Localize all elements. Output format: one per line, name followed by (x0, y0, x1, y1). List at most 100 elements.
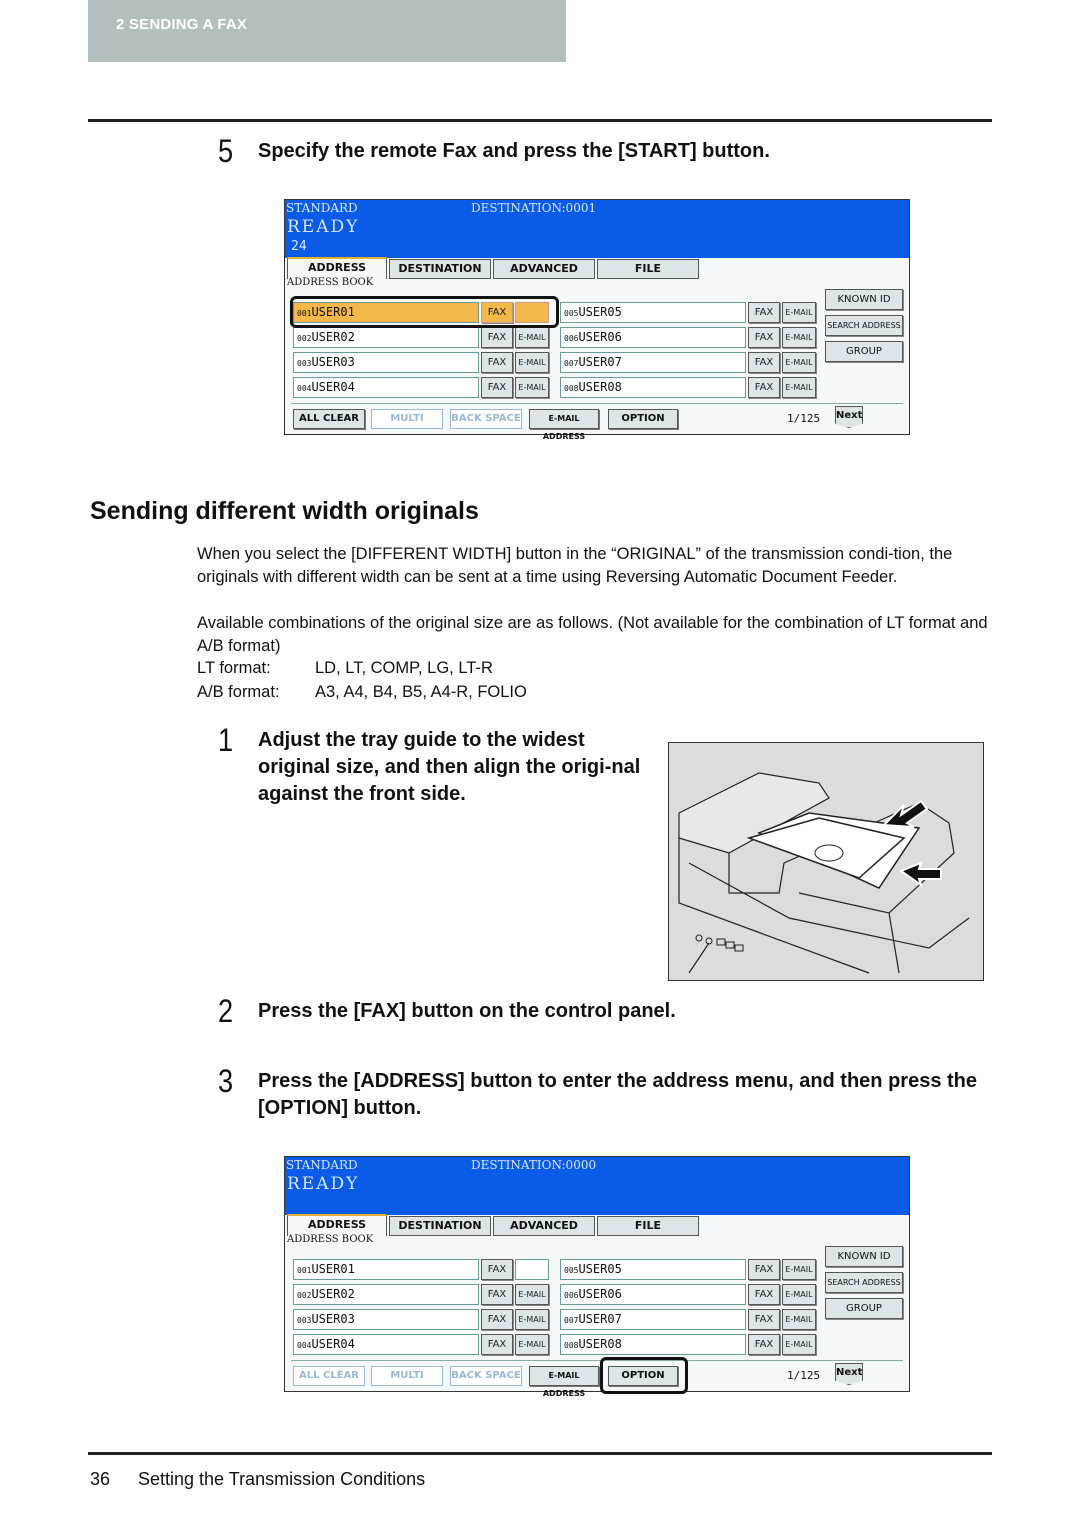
multi-button[interactable]: MULTI (371, 1366, 443, 1386)
format-ab: A/B format: A3, A4, B4, B5, A4-R, FOLIO (197, 683, 527, 701)
address-entry[interactable]: 003USER03 (293, 352, 479, 373)
fax-button[interactable]: FAX (481, 1334, 513, 1355)
fax-button[interactable]: FAX (748, 1309, 780, 1330)
email-button[interactable]: E-MAIL (782, 1284, 816, 1305)
tab-advanced[interactable]: ADVANCED (493, 1216, 595, 1236)
fax-button[interactable]: FAX (481, 352, 513, 373)
step-text: Press the [FAX] button on the control pa… (258, 1000, 676, 1022)
entry-name: USER07 (578, 1312, 622, 1326)
touch-panel-address-book: STANDARD DESTINATION:0000 READY ADDRESS D… (284, 1156, 910, 1398)
address-entry[interactable]: 003USER03 (293, 1309, 479, 1330)
fax-button[interactable]: FAX (481, 327, 513, 348)
chapter-tab: 2 SENDING A FAX (88, 0, 566, 62)
step-number: 5 (218, 133, 234, 169)
fax-button[interactable]: FAX (748, 377, 780, 398)
mode-label: STANDARD (286, 1158, 358, 1172)
address-entry[interactable]: 004USER04 (293, 377, 479, 398)
tab-destination[interactable]: DESTINATION (389, 259, 491, 279)
feeder-drawing (678, 772, 970, 974)
tab-advanced[interactable]: ADVANCED (493, 259, 595, 279)
step-number: 1 (218, 722, 234, 758)
fax-button[interactable]: FAX (481, 377, 513, 398)
tab-file[interactable]: FILE (597, 259, 699, 279)
search-address-button[interactable]: SEARCH ADDRESS (825, 315, 903, 336)
email-button[interactable]: E-MAIL (515, 352, 549, 373)
tab-file[interactable]: FILE (597, 1216, 699, 1236)
address-entry[interactable]: 004USER04 (293, 1334, 479, 1355)
address-entry[interactable]: 001USER01 (293, 1259, 479, 1280)
address-entry[interactable]: 008USER08 (560, 377, 746, 398)
step-text: Adjust the tray guide to the widest orig… (258, 729, 641, 805)
count-text: 24 (291, 239, 307, 254)
email-button[interactable]: E-MAIL (515, 327, 549, 348)
email-button[interactable]: E-MAIL (782, 1334, 816, 1355)
touch-panel-address-book: STANDARD DESTINATION:0001 READY 24 ADDRES… (284, 199, 910, 441)
format-lt: LT format: LD, LT, COMP, LG, LT-R (197, 659, 493, 677)
fax-button[interactable]: FAX (748, 352, 780, 373)
email-button[interactable]: E-MAIL (515, 1309, 549, 1330)
email-button[interactable]: E-MAIL (782, 1259, 816, 1280)
step-number: 2 (218, 993, 234, 1029)
address-entry[interactable]: 006USER06 (560, 327, 746, 348)
search-address-button[interactable]: SEARCH ADDRESS (825, 1272, 903, 1293)
email-button[interactable]: E-MAIL (515, 1284, 549, 1305)
next-button[interactable]: Next (835, 406, 863, 428)
fax-button[interactable]: FAX (748, 302, 780, 323)
email-button[interactable]: E-MAIL (782, 352, 816, 373)
address-entry[interactable]: 006USER06 (560, 1284, 746, 1305)
fax-button[interactable]: FAX (481, 1284, 513, 1305)
email-button[interactable]: E-MAIL (782, 327, 816, 348)
address-entry[interactable]: 007USER07 (560, 1309, 746, 1330)
known-id-button[interactable]: KNOWN ID (825, 1246, 903, 1267)
group-button[interactable]: GROUP (825, 1298, 903, 1319)
next-button[interactable]: Next (835, 1363, 863, 1385)
option-button[interactable]: OPTION (608, 409, 678, 429)
highlight-callout (600, 1357, 688, 1394)
email-button[interactable]: E-MAIL (782, 1309, 816, 1330)
fax-button[interactable]: FAX (481, 1259, 513, 1280)
email-address-button[interactable]: E-MAIL ADDRESS (529, 1366, 599, 1398)
back-space-button[interactable]: BACK SPACE (450, 1366, 522, 1386)
entry-name: USER02 (311, 1287, 355, 1301)
page-number: 36 (90, 1469, 111, 1489)
address-entry[interactable]: 005USER05 (560, 1259, 746, 1280)
top-rule (88, 119, 992, 122)
address-entry[interactable]: 007USER07 (560, 352, 746, 373)
known-id-button[interactable]: KNOWN ID (825, 289, 903, 310)
paragraph-1: When you select the [DIFFERENT WIDTH] bu… (197, 545, 953, 586)
status-header: STANDARD DESTINATION:0001 READY 24 (285, 200, 909, 258)
email-button[interactable] (515, 1259, 549, 1280)
status-text: READY (287, 217, 360, 237)
footer: 36 Setting the Transmission Conditions (90, 1469, 425, 1490)
tab-destination[interactable]: DESTINATION (389, 1216, 491, 1236)
email-address-button[interactable]: E-MAIL ADDRESS (529, 409, 599, 441)
address-entry[interactable]: 002USER02 (293, 1284, 479, 1305)
group-button[interactable]: GROUP (825, 341, 903, 362)
tab-address[interactable]: ADDRESS (287, 1214, 387, 1236)
email-button[interactable]: E-MAIL (515, 377, 549, 398)
address-entry[interactable]: 008USER08 (560, 1334, 746, 1355)
status-header: STANDARD DESTINATION:0000 READY (285, 1157, 909, 1215)
tab-address[interactable]: ADDRESS (287, 257, 387, 279)
entry-name: USER03 (311, 355, 355, 369)
multi-button[interactable]: MULTI (371, 409, 443, 429)
fax-button[interactable]: FAX (748, 1334, 780, 1355)
address-entry[interactable]: 005USER05 (560, 302, 746, 323)
divider (291, 1360, 903, 1361)
fax-button[interactable]: FAX (748, 1259, 780, 1280)
email-button[interactable]: E-MAIL (782, 377, 816, 398)
step-text: Press the [ADDRESS] button to enter the … (258, 1070, 978, 1119)
all-clear-button[interactable]: ALL CLEAR (293, 409, 365, 429)
all-clear-button[interactable]: ALL CLEAR (293, 1366, 365, 1386)
destination-count: DESTINATION:0000 (471, 1158, 597, 1172)
fax-button[interactable]: FAX (748, 1284, 780, 1305)
step-text: Specify the remote Fax and press the [ST… (258, 140, 770, 162)
entry-name: USER08 (578, 1337, 622, 1351)
fax-button[interactable]: FAX (748, 327, 780, 348)
fax-button[interactable]: FAX (481, 1309, 513, 1330)
email-button[interactable]: E-MAIL (782, 302, 816, 323)
email-button[interactable]: E-MAIL (515, 1334, 549, 1355)
back-space-button[interactable]: BACK SPACE (450, 409, 522, 429)
divider (291, 403, 903, 404)
address-entry[interactable]: 002USER02 (293, 327, 479, 348)
